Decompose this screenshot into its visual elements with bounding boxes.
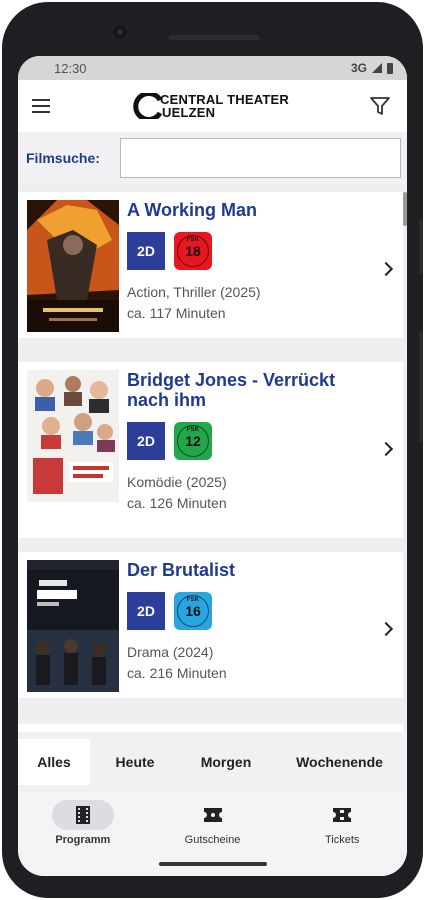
battery-icon (387, 62, 393, 74)
movie-info: Bridget Jones - Verrückt nach ihm 2D 12 … (119, 370, 403, 538)
movie-poster (27, 200, 119, 332)
nav-tickets[interactable]: Tickets (277, 792, 407, 876)
movie-genre: Drama (2024) (127, 644, 214, 660)
search-input[interactable] (120, 138, 401, 178)
movie-card-a-working-man[interactable]: A Working Man 2D 18 Action, Thriller (20… (18, 192, 403, 338)
movie-title[interactable]: Der Brutalist (127, 560, 403, 580)
nav-programm[interactable]: Programm (18, 792, 148, 876)
movie-info: A Working Man 2D 18 Action, Thriller (20… (119, 200, 403, 338)
logo-c-icon (130, 93, 168, 119)
format-badge: 2D (127, 422, 165, 460)
movie-genre: Action, Thriller (2025) (127, 284, 261, 300)
nav-label: Programm (55, 834, 111, 846)
voucher-ticket-icon (182, 800, 244, 830)
fsk-badge: 18 (174, 232, 212, 270)
fsk-rating: 16 (177, 595, 209, 627)
nav-label: Tickets (324, 834, 360, 846)
tab-alles[interactable]: Alles (18, 739, 90, 785)
badges: 2D 18 (127, 232, 403, 270)
bottom-navigation: Programm Gutscheine Tickets (18, 792, 407, 876)
app-screen: 12:30 3G CENTRAL THEATER UELZEN Filmsuch… (18, 56, 407, 876)
movie-poster (27, 560, 119, 692)
fsk-rating: 18 (177, 235, 209, 267)
movie-duration: ca. 117 Minuten (127, 305, 226, 321)
nav-label: Gutscheine (184, 834, 241, 846)
movie-card-partial[interactable] (18, 724, 403, 732)
home-indicator[interactable] (159, 862, 267, 866)
film-search-row: Filmsuche: (18, 132, 407, 184)
cinema-logo: CENTRAL THEATER UELZEN (130, 93, 289, 119)
fsk-badge: 16 (174, 592, 212, 630)
tab-heute[interactable]: Heute (90, 739, 180, 785)
app-header: CENTRAL THEATER UELZEN (18, 80, 407, 132)
hamburger-menu-icon[interactable] (32, 99, 50, 113)
movie-duration: ca. 216 Minuten (127, 665, 227, 681)
format-badge: 2D (127, 232, 165, 270)
fsk-rating: 12 (177, 425, 209, 457)
tab-wochenende[interactable]: Wochenende (272, 739, 407, 785)
status-time: 12:30 (54, 60, 87, 76)
movie-card-bridget-jones[interactable]: Bridget Jones - Verrückt nach ihm 2D 12 … (18, 362, 403, 538)
movie-info: Der Brutalist 2D 16 Drama (2024) ca. 216… (119, 560, 403, 698)
earpiece-speaker (168, 35, 260, 40)
badges: 2D 12 (127, 422, 403, 460)
status-bar: 12:30 3G (18, 56, 407, 80)
movie-card-der-brutalist[interactable]: Der Brutalist 2D 16 Drama (2024) ca. 216… (18, 552, 403, 698)
format-badge: 2D (127, 592, 165, 630)
phone-frame: 12:30 3G CENTRAL THEATER UELZEN Filmsuch… (2, 2, 423, 898)
signal-icon (372, 63, 382, 73)
network-type: 3G (350, 61, 367, 75)
front-camera (114, 26, 126, 38)
movie-duration: ca. 126 Minuten (127, 495, 227, 511)
fsk-badge: 12 (174, 422, 212, 460)
movie-poster (27, 370, 119, 502)
badges: 2D 16 (127, 592, 403, 630)
list-scrollbar[interactable] (403, 192, 407, 226)
volume-button (419, 220, 423, 274)
status-indicators: 3G (351, 61, 393, 75)
date-filter-tabs: Alles Heute Morgen Wochenende (18, 732, 407, 792)
tab-morgen[interactable]: Morgen (180, 739, 272, 785)
movie-title[interactable]: Bridget Jones - Verrückt nach ihm (127, 370, 403, 410)
movie-genre: Komödie (2025) (127, 474, 227, 490)
search-label: Filmsuche: (26, 150, 100, 166)
tickets-icon (311, 800, 373, 830)
movie-list[interactable]: A Working Man 2D 18 Action, Thriller (20… (18, 184, 407, 732)
logo-text: CENTRAL THEATER UELZEN (160, 93, 289, 119)
filter-icon[interactable] (369, 95, 391, 117)
film-strip-icon (51, 800, 114, 830)
power-button (419, 332, 423, 442)
movie-title[interactable]: A Working Man (127, 200, 403, 220)
logo-line2: UELZEN (162, 105, 216, 120)
